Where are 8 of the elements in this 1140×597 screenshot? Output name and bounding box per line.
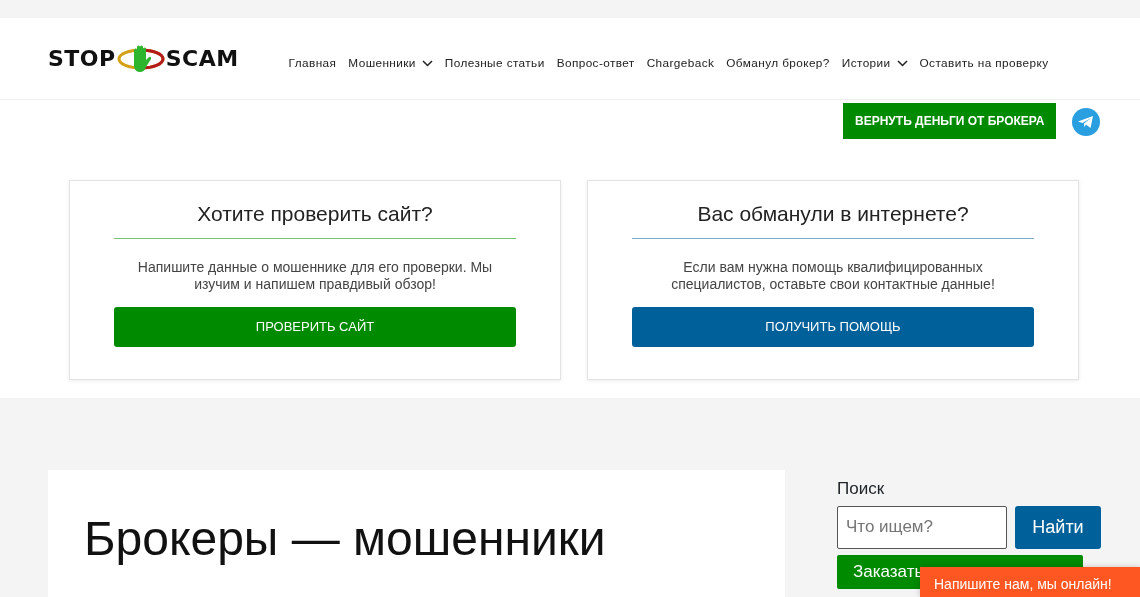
promo-text: Если вам нужна помощь квалифицированных специалистов, оставьте свои контактные данные!	[670, 259, 996, 294]
logo-text: SCAM	[165, 47, 239, 70]
promo-title: Хотите проверить сайт?	[114, 201, 516, 240]
article-title: Брокеры — мошенники	[84, 511, 607, 567]
search-label: Поиск	[837, 478, 886, 500]
promo-text: Напишите данные о мошеннике для его проверки. Мы изучим и напишем правдивый обзор!	[136, 259, 494, 294]
promo-title: Вас обманули в интернете?	[632, 201, 1034, 240]
logo-text: STOP	[48, 47, 116, 70]
